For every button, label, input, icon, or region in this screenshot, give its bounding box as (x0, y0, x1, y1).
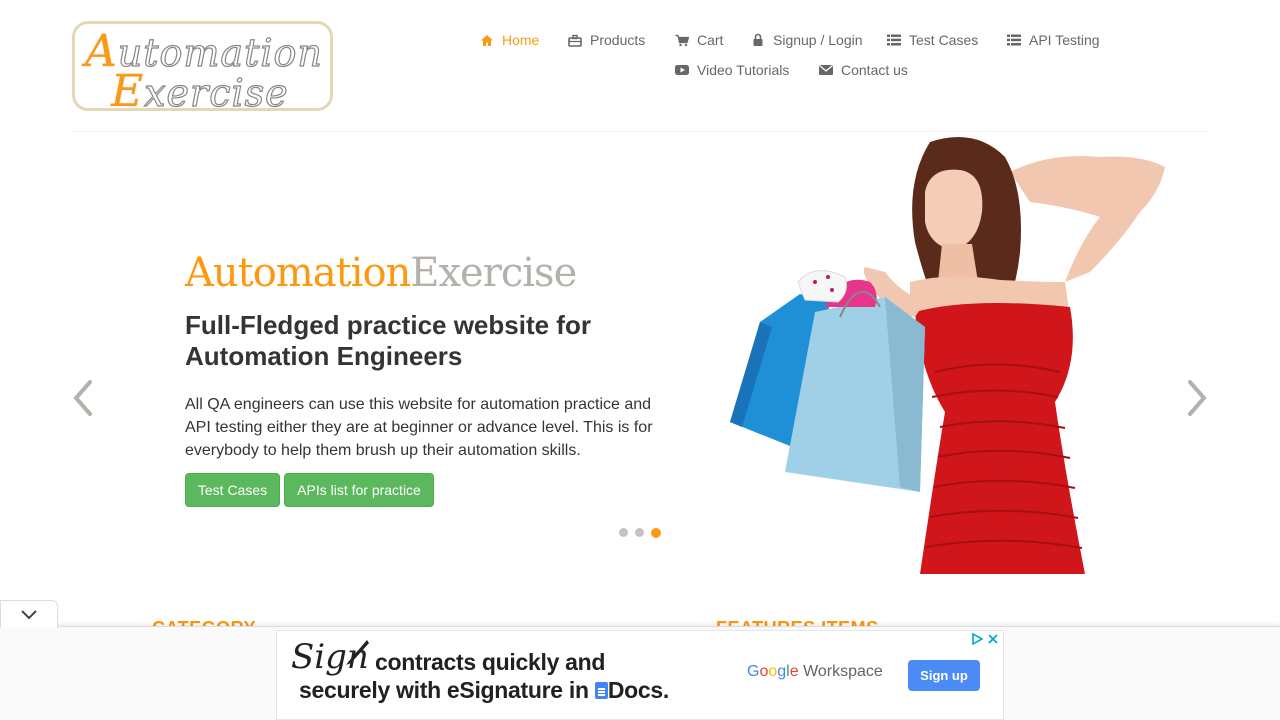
nav-label: Video Tutorials (697, 62, 790, 78)
list-icon (1007, 33, 1021, 47)
google-workspace-logo: Google Workspace (747, 663, 883, 680)
hero-image (720, 132, 1180, 574)
slider-dot-active[interactable] (651, 528, 661, 538)
nav-label: Home (502, 32, 540, 48)
ad-banner[interactable]: Sign contracts quickly and securely with… (276, 630, 1004, 720)
ad-headline-line1: contracts quickly and (375, 649, 606, 675)
nav-label: Cart (697, 32, 724, 48)
lock-icon (751, 33, 765, 47)
envelope-icon (819, 63, 833, 77)
slider-dot[interactable] (635, 528, 644, 537)
nav-signup-login[interactable]: Signup / Login (751, 32, 863, 48)
nav-label: Signup / Login (773, 32, 863, 48)
test-cases-button[interactable]: Test Cases (185, 473, 280, 507)
apis-list-button[interactable]: APIs list for practice (284, 473, 434, 507)
slide-headline: Full-Fledged practice website for Automa… (185, 310, 591, 371)
nav-api-testing[interactable]: API Testing (1007, 32, 1100, 48)
chevron-down-icon (21, 610, 37, 620)
logo-text-line2: Exercise (111, 66, 289, 117)
adchoices-icon[interactable] (971, 633, 983, 645)
ad-collapse-tab[interactable] (0, 600, 58, 628)
docs-icon (594, 682, 608, 699)
nav-home[interactable]: Home (480, 32, 539, 48)
slider-dot[interactable] (619, 528, 628, 537)
nav-contact-us[interactable]: Contact us (819, 62, 908, 78)
home-icon (480, 33, 494, 47)
slide-description: All QA engineers can use this website fo… (185, 396, 653, 459)
slider-next-arrow[interactable] (1186, 378, 1210, 418)
nav-label: Products (590, 32, 646, 48)
nav-label: Contact us (841, 62, 908, 78)
site-logo[interactable]: Automation Exercise (72, 21, 333, 117)
list-icon (887, 33, 901, 47)
slide-brand-title: AutomationExercise (185, 250, 577, 296)
youtube-icon (675, 63, 689, 77)
ad-signup-button[interactable]: Sign up (908, 660, 980, 691)
ad-choices[interactable] (971, 633, 999, 645)
nav-video-tutorials[interactable]: Video Tutorials (675, 62, 789, 78)
cart-icon (675, 33, 689, 47)
briefcase-icon (568, 33, 582, 47)
slider-indicators (619, 528, 661, 538)
nav-label: API Testing (1029, 32, 1100, 48)
nav-cart[interactable]: Cart (675, 32, 723, 48)
nav-products[interactable]: Products (568, 32, 645, 48)
pen-icon (346, 640, 369, 665)
ad-headline-line2: securely with eSignature in Docs. (299, 677, 669, 703)
nav-test-cases[interactable]: Test Cases (887, 32, 978, 48)
close-icon[interactable] (987, 633, 999, 645)
slider-prev-arrow[interactable] (70, 378, 94, 418)
nav-label: Test Cases (909, 32, 979, 48)
